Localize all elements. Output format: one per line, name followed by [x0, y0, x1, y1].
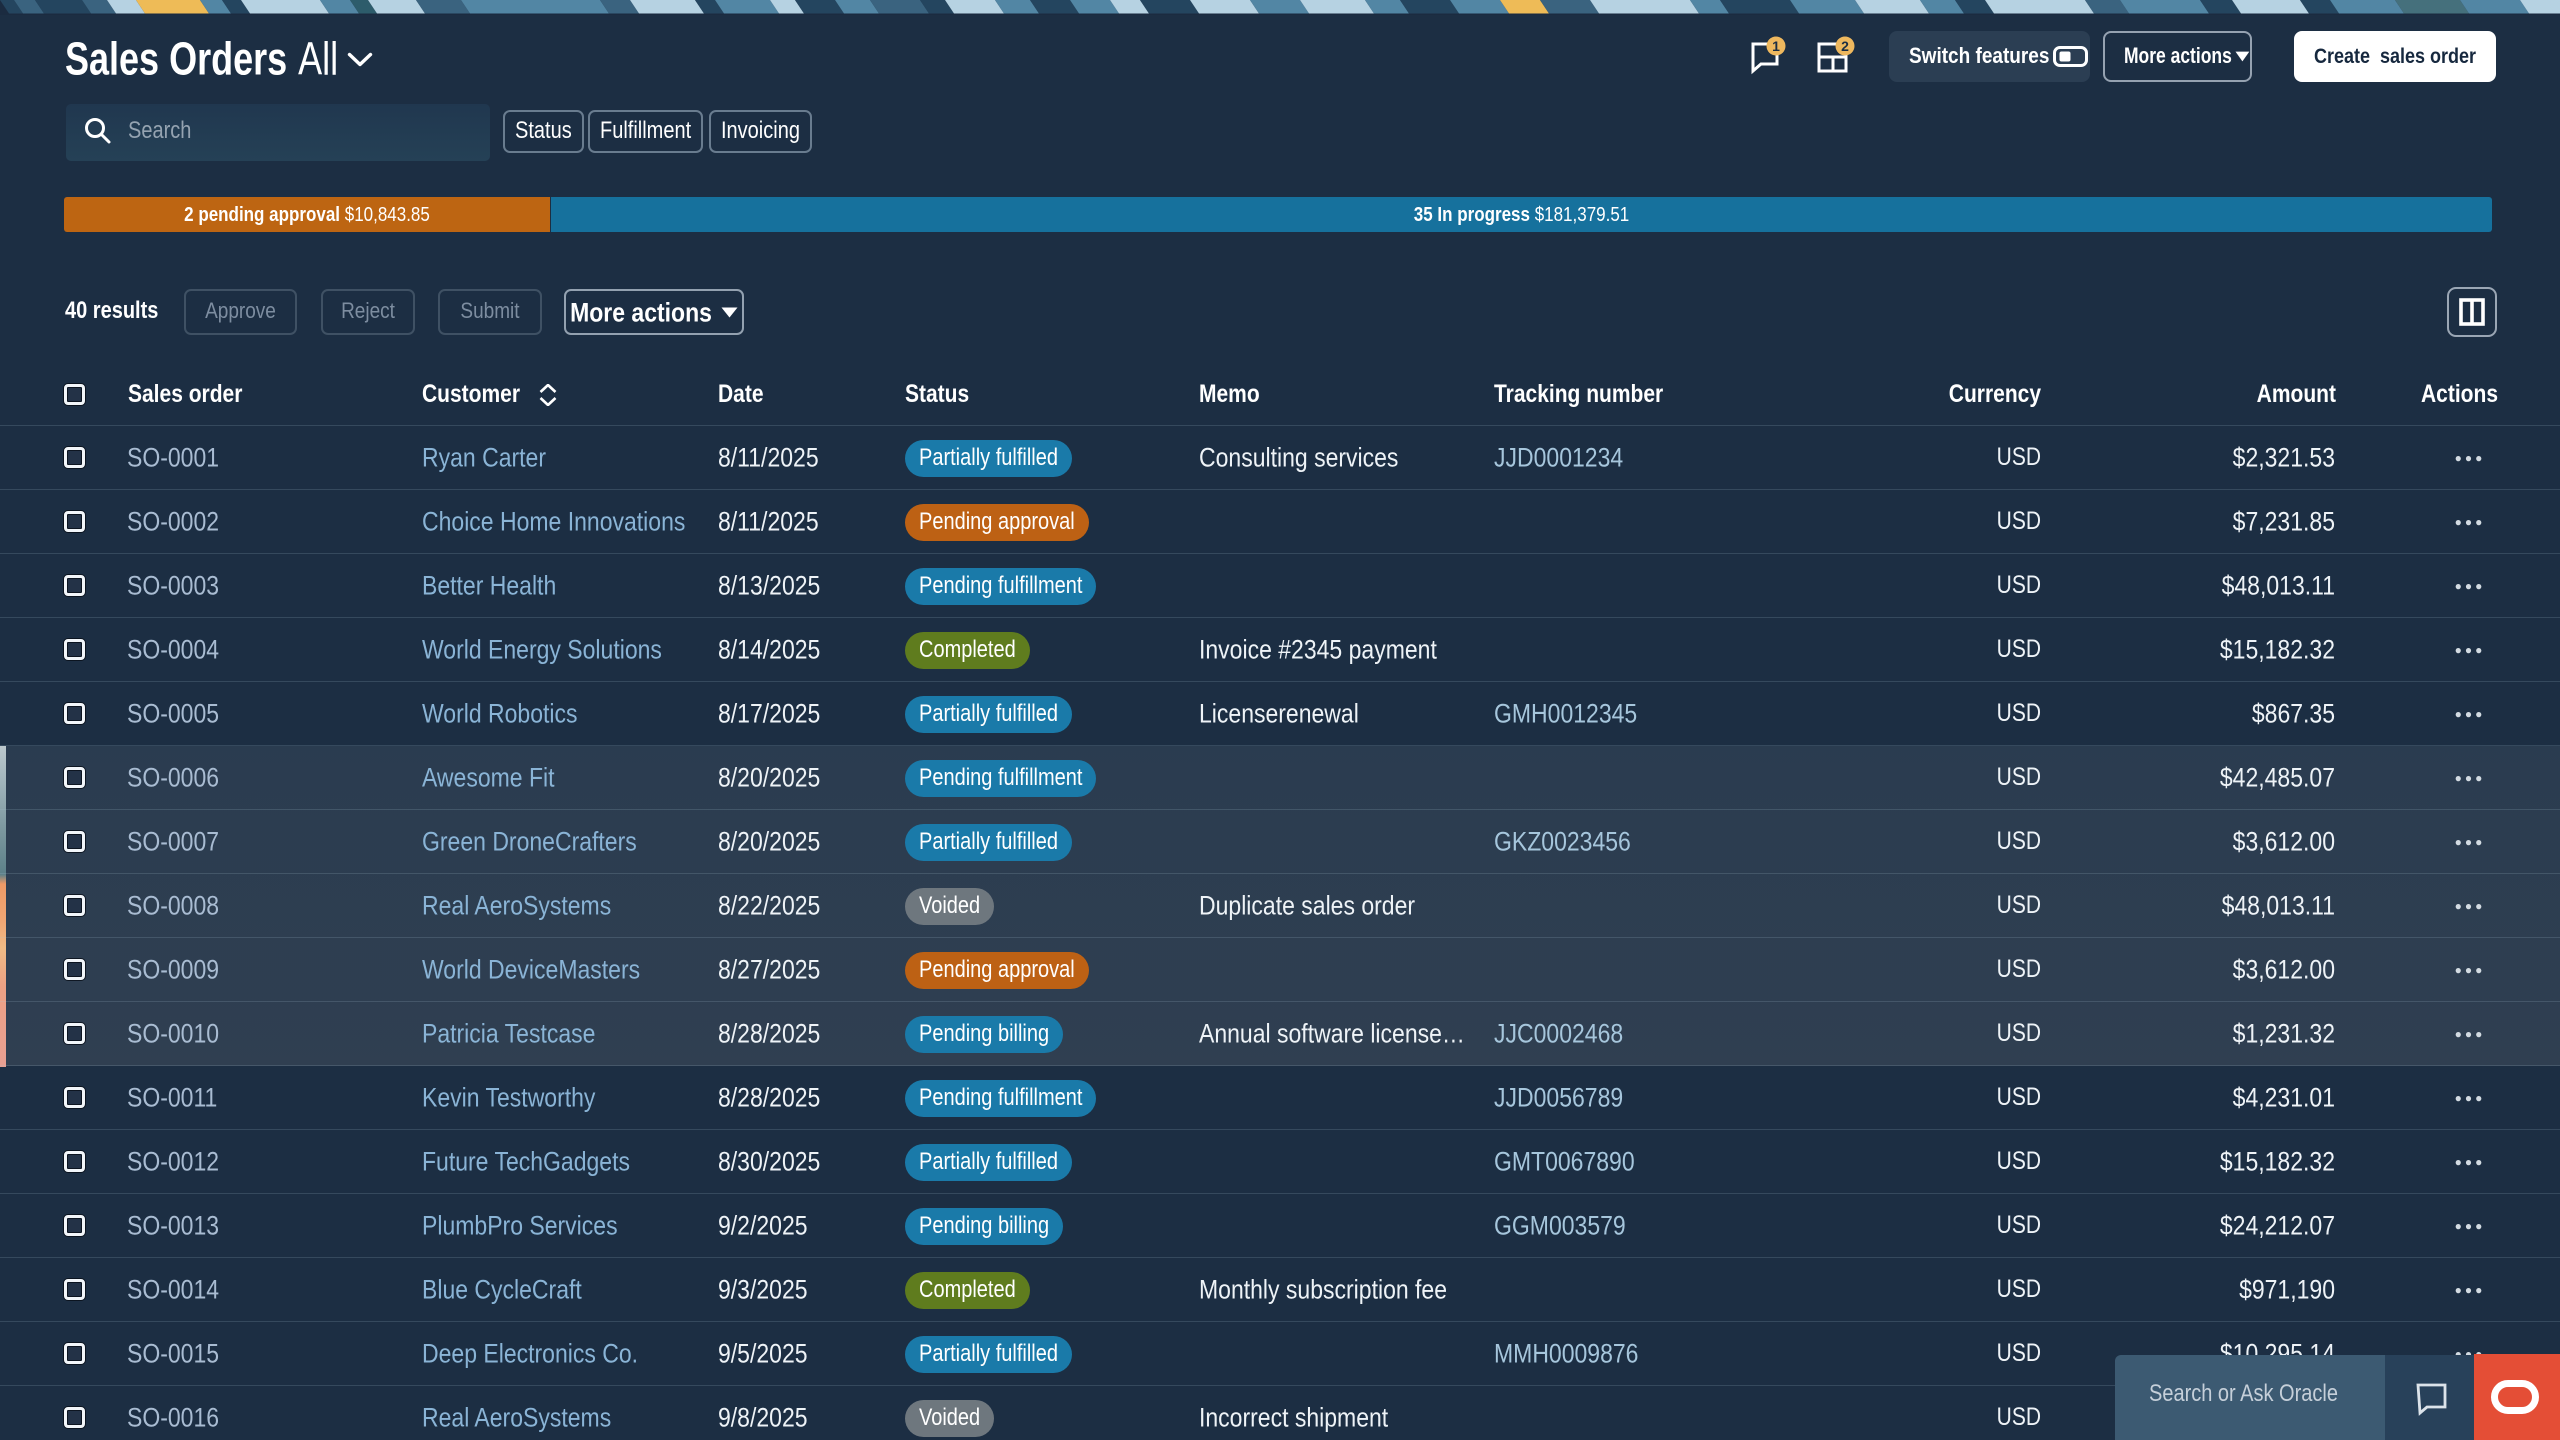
svg-text:1: 1 [1772, 38, 1780, 54]
svg-text:2: 2 [1841, 38, 1849, 54]
